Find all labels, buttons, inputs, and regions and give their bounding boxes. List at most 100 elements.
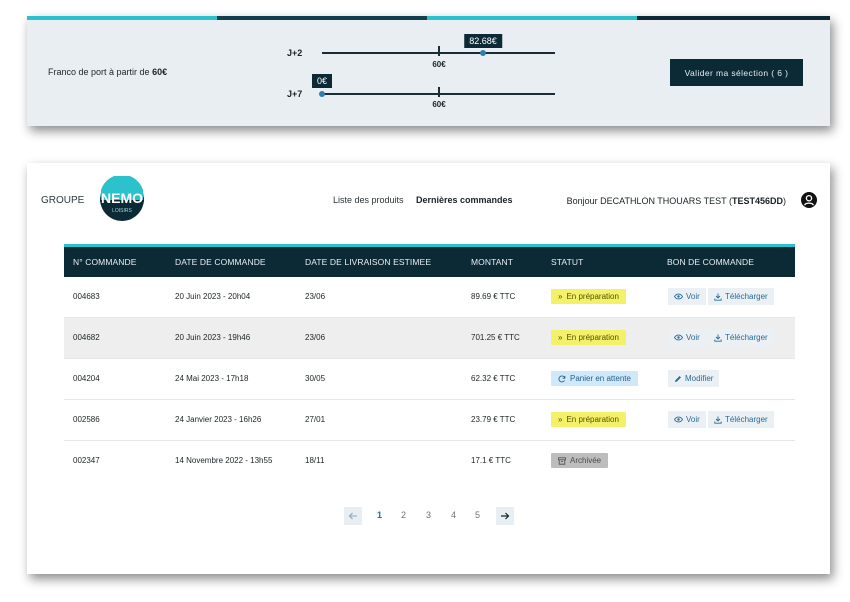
threshold-label: 60€ [432,100,446,109]
order-number: 004204 [73,374,100,383]
order-date: 24 Janvier 2023 - 16h26 [175,415,262,424]
delivery-date: 27/01 [305,415,326,424]
page-4[interactable]: 4 [451,510,456,520]
table-row[interactable]: 004683 20 Juin 2023 - 20h04 23/06 89.69 … [64,277,795,318]
delivery-date: 18/11 [305,456,325,465]
double-chevron-icon: » [558,333,563,342]
threshold-marker [438,87,440,97]
view-button[interactable]: Voir [668,411,706,428]
pencil-icon [674,375,682,383]
logo-prefix: GROUPE [41,195,85,206]
arrow-left-icon [348,511,358,521]
nav-last-orders[interactable]: Dernières commandes [416,195,513,205]
order-number: 004683 [73,292,100,301]
greeting-code: TEST456DD [731,196,783,206]
table-header: N° COMMANDE DATE DE COMMANDE DATE DE LIV… [64,244,795,277]
slider-label: J+7 [287,89,303,99]
slider-value-bubble: 82.68€ [464,34,502,48]
status-badge: » En préparation [551,330,626,345]
shipping-panel: Franco de port à partir de 60€ 82.68€ J+… [27,16,830,126]
table-row[interactable]: 004682 20 Juin 2023 - 19h46 23/06 701.25… [64,318,795,359]
table-row[interactable]: 004204 24 Mai 2023 - 17h18 30/05 62.32 €… [64,359,795,400]
refresh-icon [558,374,566,383]
table-row[interactable]: 002586 24 Janvier 2023 - 16h26 27/01 23.… [64,400,795,441]
download-label: Télécharger [725,333,768,342]
slider-value-bubble: 0€ [311,74,333,88]
order-amount: 17.1 € TTC [471,456,511,465]
order-date: 20 Juin 2023 - 19h46 [175,333,251,342]
status-text: En préparation [566,415,619,424]
order-number: 004682 [73,333,100,342]
order-amount: 23.79 € TTC [471,415,516,424]
greeting-suffix: ) [783,196,786,206]
status-text: En préparation [566,333,619,342]
slider-handle[interactable] [319,91,325,97]
progress-stripe-4 [637,16,830,20]
download-label: Télécharger [725,292,768,301]
view-button[interactable]: Voir [668,329,706,346]
pagination: 1 2 3 4 5 [27,507,830,527]
orders-table: N° COMMANDE DATE DE COMMANDE DATE DE LIV… [64,244,795,481]
validate-selection-button[interactable]: Valider ma sélection ( 6 ) [670,59,803,86]
download-icon [714,416,722,424]
edit-button[interactable]: Modifier [668,370,720,387]
download-button[interactable]: Télécharger [708,288,774,305]
eye-icon [674,416,683,423]
order-amount: 701.25 € TTC [471,333,520,342]
view-label: Voir [686,292,700,301]
status-text: Panier en attente [570,374,631,383]
download-button[interactable]: Télécharger [708,329,774,346]
progress-stripe-3 [427,16,637,20]
delivery-date: 23/06 [305,333,326,342]
col-order-date: DATE DE COMMANDE [175,257,266,267]
double-chevron-icon: » [558,292,563,301]
logo-sub: LOISIRS [112,208,132,214]
table-row[interactable]: 002347 14 Novembre 2022 - 13h55 18/11 17… [64,441,795,481]
status-text: En préparation [566,292,619,301]
col-status: STATUT [551,257,584,267]
download-icon [714,334,722,342]
groupe-nemo-logo[interactable]: GROUPE NEMO LOISIRS [41,176,151,222]
progress-stripe-1 [27,16,217,20]
greeting-prefix: Bonjour DECATHLON THOUARS TEST ( [566,196,732,206]
download-label: Télécharger [725,415,768,424]
col-order-number: N° COMMANDE [73,257,137,267]
delivery-date: 30/05 [305,374,326,383]
prev-page-button[interactable] [344,507,362,525]
order-number: 002347 [73,456,100,465]
view-label: Voir [686,333,700,342]
double-chevron-icon: » [558,415,563,424]
order-date: 14 Novembre 2022 - 13h55 [175,456,273,465]
next-page-button[interactable] [496,507,514,525]
status-badge: » En préparation [551,289,626,304]
page-2[interactable]: 2 [401,510,406,520]
user-circle-icon[interactable] [801,192,817,208]
view-button[interactable]: Voir [668,288,706,305]
status-badge: » En préparation [551,412,626,427]
eye-icon [674,334,683,341]
status-badge: Archivée [551,453,609,468]
download-button[interactable]: Télécharger [708,411,774,428]
page-3[interactable]: 3 [426,510,431,520]
archive-icon [558,456,566,465]
orders-panel: GROUPE NEMO LOISIRS Liste des produits D… [27,163,830,574]
slider-handle[interactable] [480,50,486,56]
franco-prefix: Franco de port à partir de [48,67,153,77]
order-date: 20 Juin 2023 - 20h04 [175,292,251,301]
logo-main: NEMO [101,190,143,206]
page-5[interactable]: 5 [475,510,480,520]
progress-stripe-2 [217,16,427,20]
edit-label: Modifier [685,374,714,383]
greeting: Bonjour DECATHLON THOUARS TEST (TEST456D… [567,196,786,206]
page-1[interactable]: 1 [377,510,382,520]
delivery-date: 23/06 [305,292,326,301]
status-badge: Panier en attente [551,371,638,386]
col-delivery-date: DATE DE LIVRAISON ESTIMEE [305,257,432,267]
arrow-right-icon [500,511,510,521]
nav-product-list[interactable]: Liste des produits [333,195,404,205]
franco-text: Franco de port à partir de 60€ [48,67,167,77]
franco-amount: 60€ [152,67,168,77]
threshold-marker [438,46,440,56]
order-number: 002586 [73,415,100,424]
col-order-form: BON DE COMMANDE [667,257,754,267]
